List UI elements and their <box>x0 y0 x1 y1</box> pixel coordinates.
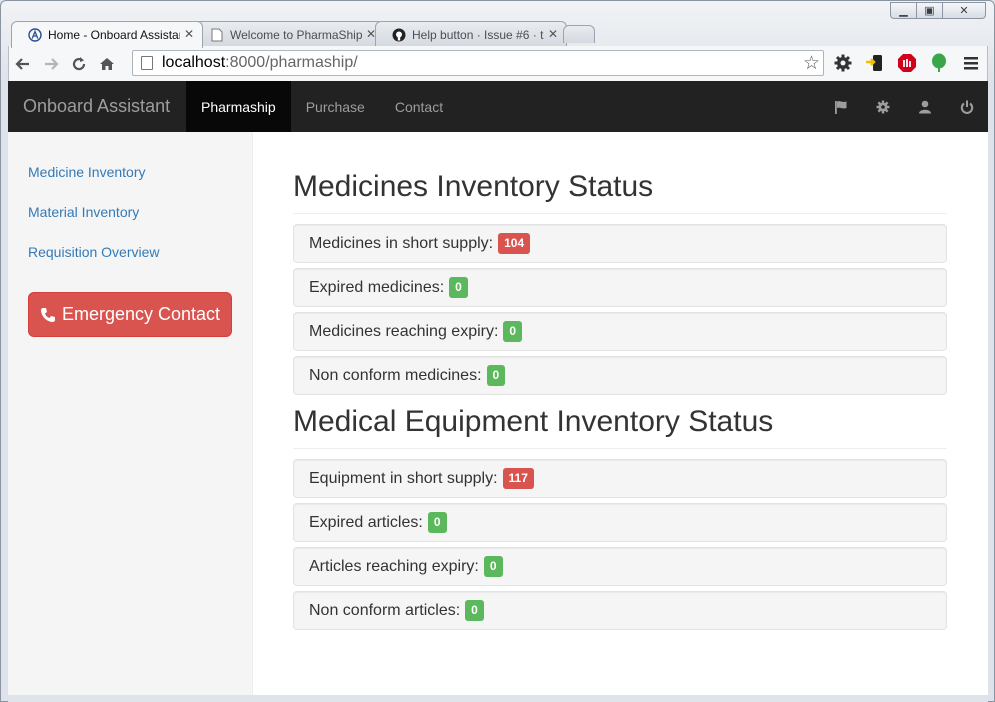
nav-link-pharmaship[interactable]: Pharmaship <box>186 81 291 132</box>
status-badge: 0 <box>449 277 468 298</box>
home-button[interactable] <box>93 50 121 78</box>
sidebar-item-material-inventory[interactable]: Material Inventory <box>8 192 252 232</box>
back-button[interactable] <box>9 50 37 78</box>
navbar-brand[interactable]: Onboard Assistant <box>8 81 186 132</box>
status-badge: 0 <box>486 365 506 386</box>
status-label: Non conform articles: <box>309 601 461 619</box>
status-label: Medicines reaching expiry: <box>309 322 499 340</box>
maximize-button[interactable]: ▣ <box>916 2 943 19</box>
equipment-section-title: Medical Equipment Inventory Status <box>293 405 947 449</box>
tab-strip: Home - Onboard Assistant ✕ Welcome to Ph… <box>11 21 595 48</box>
status-badge: 0 <box>503 321 523 342</box>
status-row: Equipment in short supply: 117 <box>293 459 947 498</box>
status-badge: 0 <box>465 600 484 621</box>
status-row: Medicines in short supply: 104 <box>293 224 947 263</box>
power-icon[interactable] <box>946 81 988 132</box>
browser-toolbar: localhost:8000/pharmaship/ ☆ <box>8 46 988 81</box>
close-tab-icon[interactable]: ✕ <box>548 27 558 41</box>
new-tab-button[interactable] <box>563 25 595 43</box>
minimize-button[interactable]: ▁ <box>890 2 917 19</box>
page-icon <box>141 56 153 70</box>
browser-tab[interactable]: Help button · Issue #6 · tu ✕ <box>375 21 567 47</box>
user-icon[interactable] <box>904 81 946 132</box>
status-row: Non conform medicines: 0 <box>293 356 947 395</box>
github-icon <box>392 28 406 42</box>
address-bar[interactable]: localhost:8000/pharmaship/ ☆ <box>132 50 824 76</box>
menu-icon[interactable] <box>959 51 983 75</box>
browser-tab[interactable]: Welcome to PharmaShip's ✕ <box>193 21 385 47</box>
medicines-section-title: Medicines Inventory Status <box>293 170 947 214</box>
gear-extension-icon[interactable] <box>831 51 855 75</box>
stop-extension-icon[interactable] <box>895 51 919 75</box>
sidebar-item-medicine-inventory[interactable]: Medicine Inventory <box>8 152 252 192</box>
tab-title: Help button · Issue #6 · tu <box>412 27 544 42</box>
status-badge: 117 <box>502 468 534 489</box>
url-path: :8000/pharmaship/ <box>225 54 358 71</box>
emergency-contact-label: Emergency Contact <box>61 304 221 324</box>
tab-title: Home - Onboard Assistant <box>48 28 180 42</box>
status-badge: 0 <box>483 556 503 577</box>
status-badge: 104 <box>498 233 531 254</box>
url-host: localhost <box>162 54 226 71</box>
status-label: Equipment in short supply: <box>309 469 498 487</box>
browser-tab[interactable]: Home - Onboard Assistant ✕ <box>11 21 203 48</box>
status-label: Expired articles: <box>309 513 423 531</box>
close-tab-icon[interactable]: ✕ <box>184 27 194 41</box>
forward-button[interactable] <box>37 50 65 78</box>
close-window-button[interactable]: ✕ <box>942 2 986 19</box>
sidebar-item-requisition-overview[interactable]: Requisition Overview <box>8 232 252 272</box>
nav-link-contact[interactable]: Contact <box>380 81 458 132</box>
status-label: Medicines in short supply: <box>309 234 494 252</box>
window-bottom-edge <box>8 695 988 702</box>
nav-link-purchase[interactable]: Purchase <box>291 81 380 132</box>
leaf-extension-icon[interactable] <box>927 51 951 75</box>
page-viewport: Onboard Assistant Pharmaship Purchase Co… <box>8 81 988 695</box>
forward-arrow-icon <box>45 57 59 70</box>
home-icon <box>100 57 114 70</box>
status-row: Non conform articles: 0 <box>293 591 947 630</box>
settings-icon[interactable] <box>862 81 904 132</box>
mobile-extension-icon[interactable] <box>863 51 887 75</box>
reload-button[interactable] <box>65 50 93 78</box>
main-content: Medicines Inventory Status Medicines in … <box>293 132 947 635</box>
tab-title: Welcome to PharmaShip's <box>230 27 362 42</box>
sidebar: Medicine Inventory Material Inventory Re… <box>8 132 253 695</box>
navbar-icons <box>820 81 988 132</box>
status-badge: 0 <box>427 512 447 533</box>
document-icon <box>210 28 224 42</box>
status-row: Medicines reaching expiry: 0 <box>293 312 947 351</box>
back-arrow-icon <box>15 57 29 70</box>
status-row: Expired articles: 0 <box>293 503 947 542</box>
reload-icon <box>72 56 86 70</box>
emergency-contact-button[interactable]: Emergency Contact <box>28 292 232 337</box>
status-label: Expired medicines: <box>309 278 445 296</box>
status-label: Articles reaching expiry: <box>309 557 479 575</box>
status-row: Expired medicines: 0 <box>293 268 947 307</box>
window-controls: ▁ ▣ ✕ <box>890 2 986 19</box>
status-label: Non conform medicines: <box>309 366 482 384</box>
bookmark-star-icon[interactable]: ☆ <box>803 52 820 75</box>
phone-icon <box>40 307 55 322</box>
angular-icon <box>28 28 42 42</box>
flag-icon[interactable] <box>820 81 862 132</box>
status-row: Articles reaching expiry: 0 <box>293 547 947 586</box>
sidebar-links: Medicine Inventory Material Inventory Re… <box>8 132 252 272</box>
top-navbar: Onboard Assistant Pharmaship Purchase Co… <box>8 81 988 132</box>
